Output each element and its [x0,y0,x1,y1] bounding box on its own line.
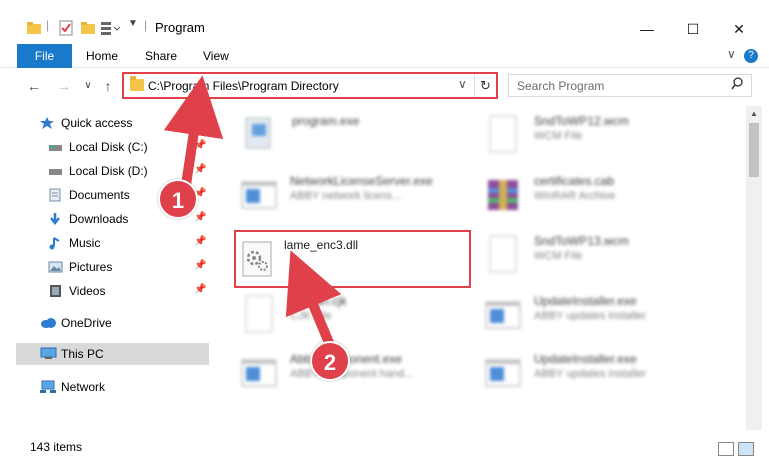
large-icons-view-icon[interactable] [738,442,754,456]
item-count: 143 items [30,440,83,454]
step-2-badge: 2 [310,341,350,381]
annotation-arrows [163,75,342,355]
arrow-to-address [163,75,224,190]
step-1-badge: 1 [158,179,198,219]
details-view-icon[interactable] [718,442,734,456]
status-bar: 143 items [0,430,769,469]
arrow-to-file [285,250,342,355]
